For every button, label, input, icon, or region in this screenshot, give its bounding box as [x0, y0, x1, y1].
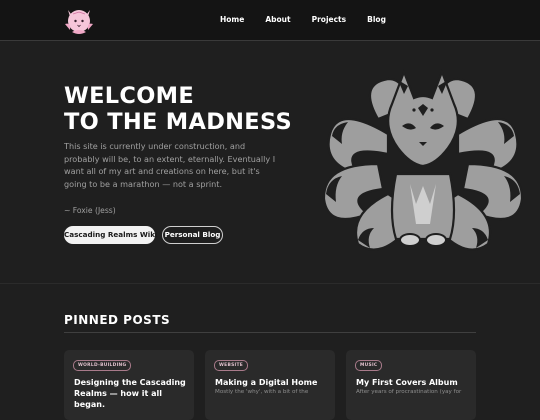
- hero-title-line-1: WELCOME: [64, 83, 195, 109]
- pinned-posts-heading: PINNED POSTS: [64, 313, 171, 327]
- pinned-posts-rule: [64, 332, 476, 333]
- post-card-making-digital-home[interactable]: WEBSITE Making a Digital Home Mostly the…: [205, 350, 335, 420]
- nine-tailed-fox-illustration: [322, 68, 524, 251]
- post-tag-badge: MUSIC: [355, 360, 383, 371]
- hero-title: WELCOME TO THE MADNESS: [64, 83, 292, 135]
- main-nav: Home About Projects Blog: [220, 15, 407, 24]
- post-card-designing-cascading-realms[interactable]: WORLD-BUILDING Designing the Cascading R…: [64, 350, 194, 420]
- nav-projects-link[interactable]: Projects: [312, 15, 347, 24]
- top-navigation-bar: Home About Projects Blog: [0, 0, 540, 41]
- nav-about-link[interactable]: About: [265, 15, 290, 24]
- post-card-first-covers-album[interactable]: MUSIC My First Covers Album After years …: [346, 350, 476, 420]
- post-title[interactable]: Designing the Cascading Realms — how it …: [74, 377, 189, 410]
- post-title[interactable]: My First Covers Album: [356, 377, 471, 388]
- post-excerpt: After years of procrastination (yay for: [356, 389, 462, 395]
- fox-logo-icon[interactable]: [62, 4, 96, 36]
- personal-blog-button[interactable]: Personal Blog: [162, 226, 223, 244]
- hero-description: This site is currently under constructio…: [64, 141, 276, 189]
- post-tag-badge: WORLD-BUILDING: [73, 360, 132, 371]
- cascading-realms-wiki-button[interactable]: Cascading Realms Wiki: [64, 226, 158, 244]
- section-divider: [0, 283, 540, 284]
- post-title[interactable]: Making a Digital Home: [215, 377, 330, 388]
- hero-signature: ~ Foxie (Jess): [64, 206, 116, 215]
- nav-blog-link[interactable]: Blog: [367, 15, 386, 24]
- nav-home-link[interactable]: Home: [220, 15, 244, 24]
- post-tag-badge: WEBSITE: [214, 360, 249, 371]
- post-excerpt: Mostly the 'why', with a bit of the: [215, 389, 309, 395]
- hero-title-line-2: TO THE MADNESS: [64, 109, 292, 135]
